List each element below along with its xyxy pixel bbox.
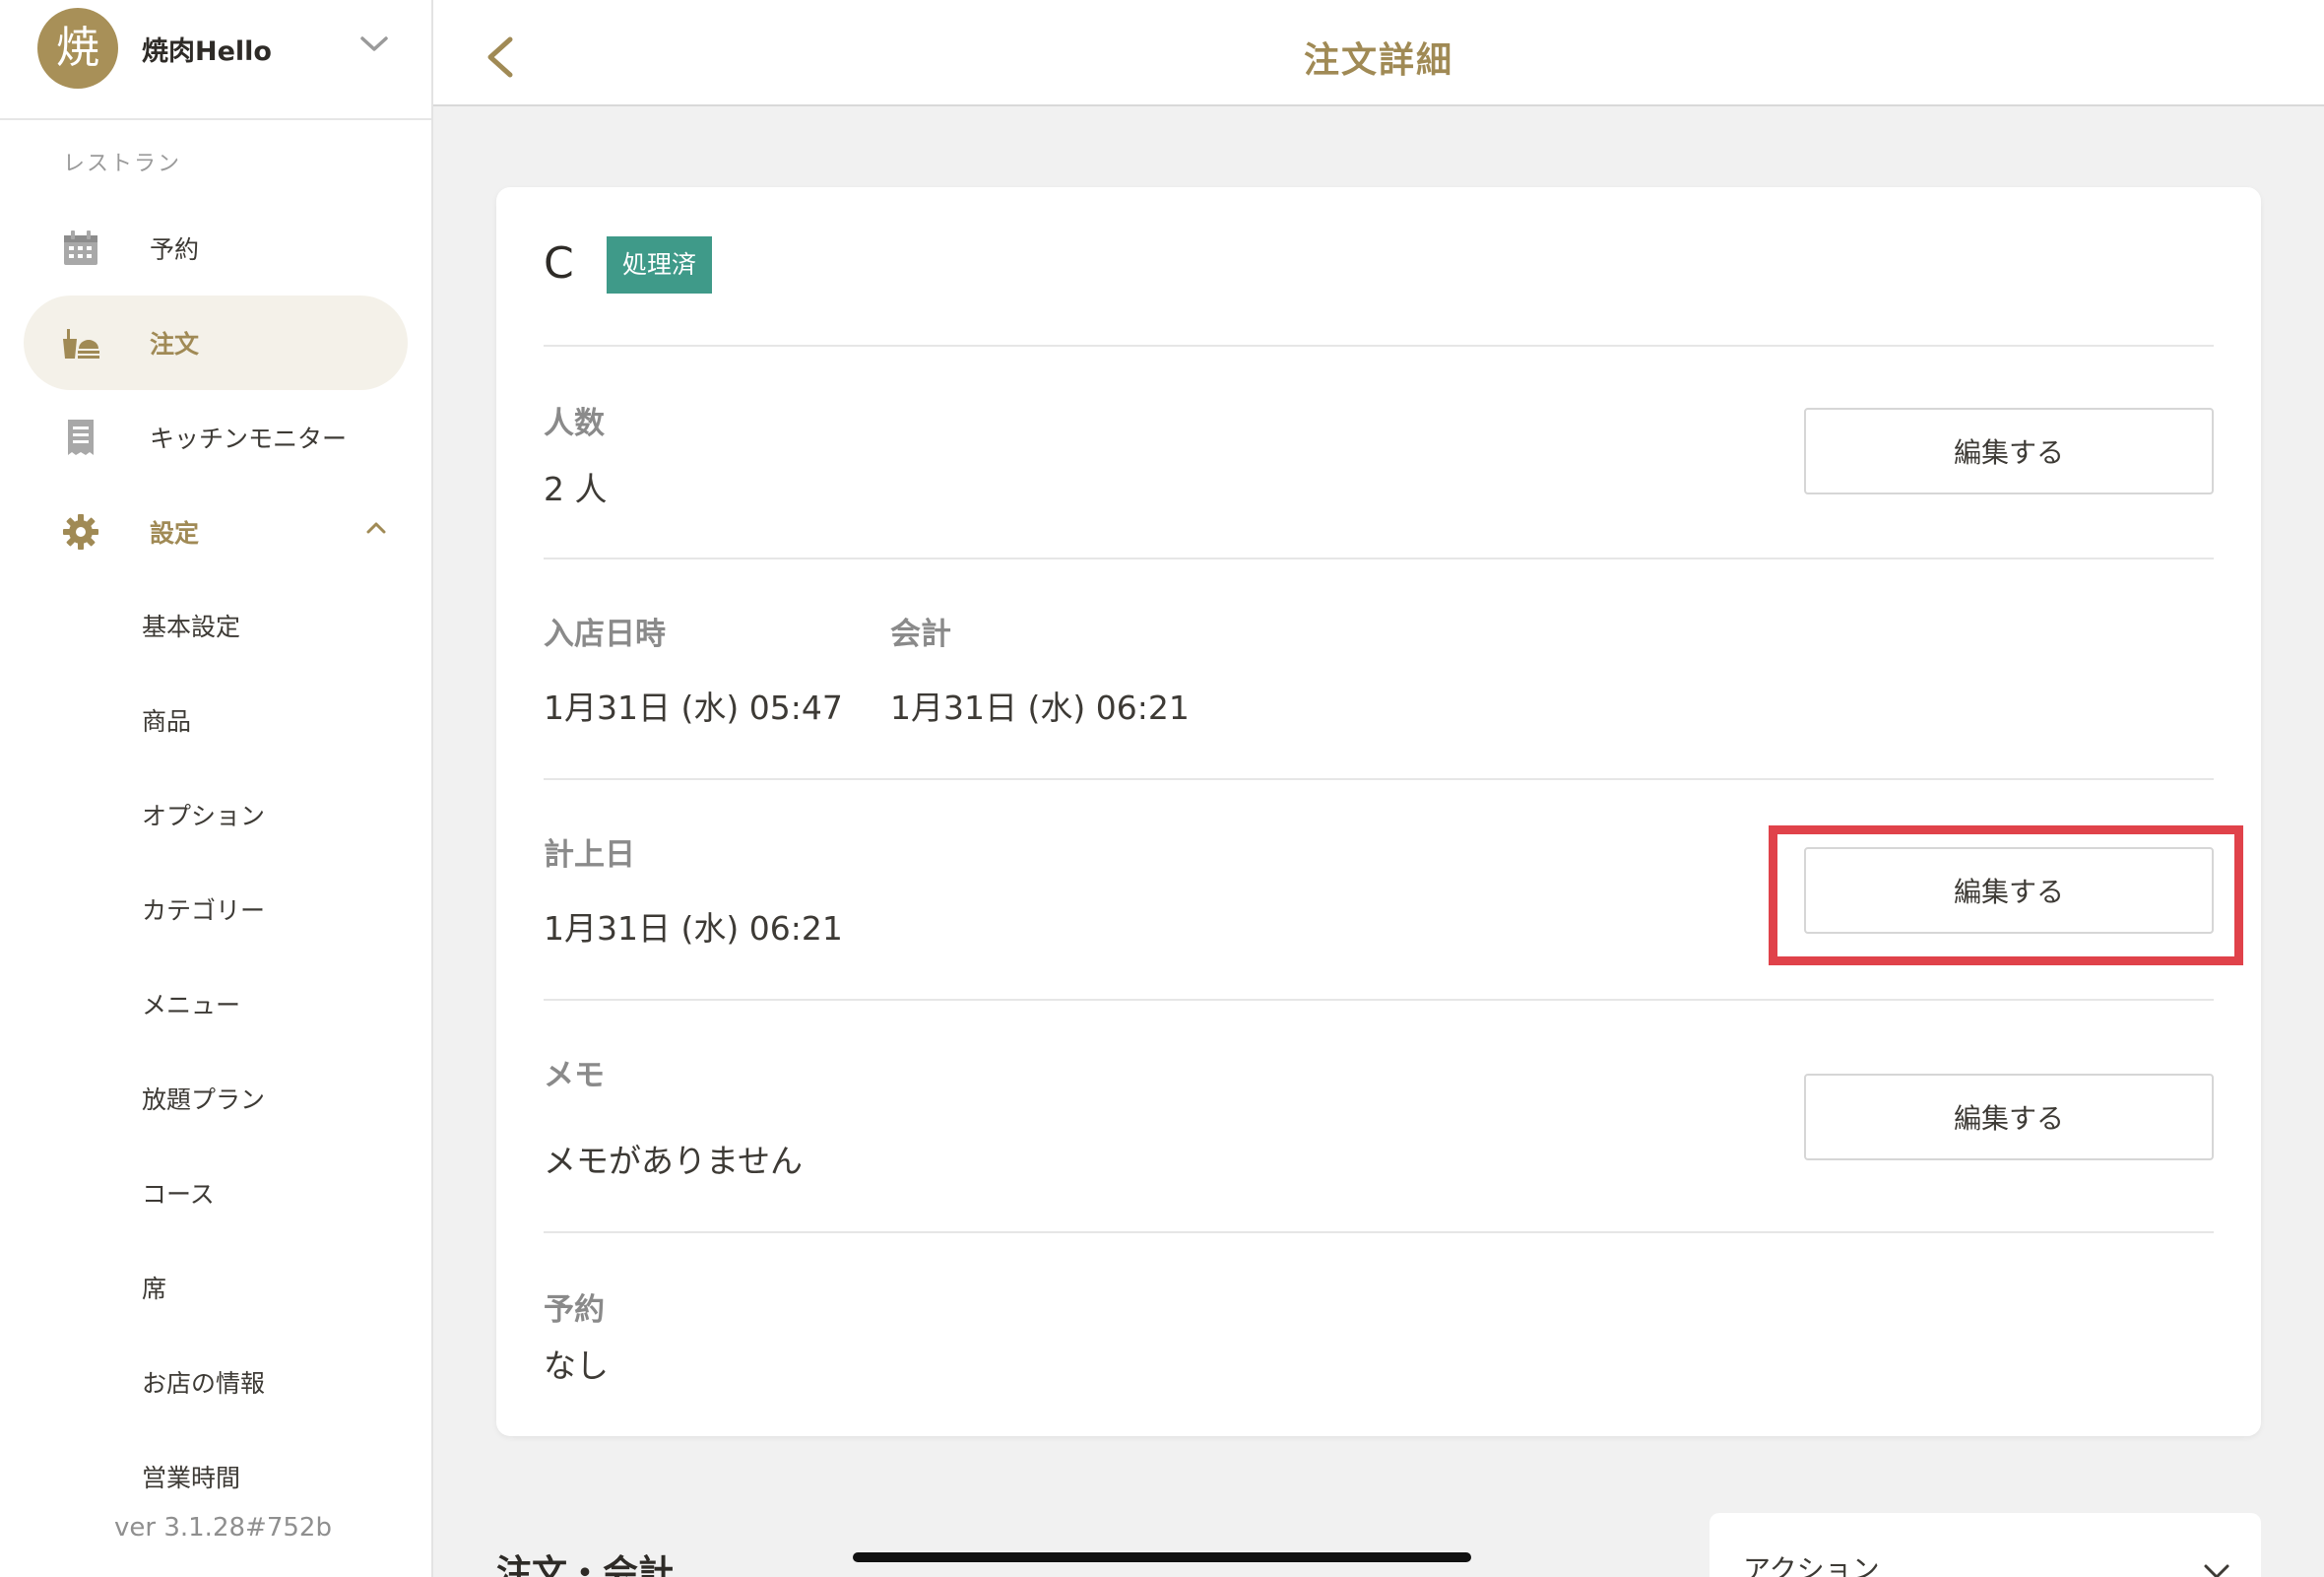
app-root: 焼 焼肉Hello レストラン 予約 注文 キッチンモニター 設定 基本設定 商… <box>0 0 2324 1577</box>
entry-time-value: 1月31日 (水) 05:47 <box>544 689 843 727</box>
action-dropdown[interactable]: アクション <box>1710 1513 2261 1577</box>
gear-icon <box>63 514 98 550</box>
sidebar: 焼 焼肉Hello レストラン 予約 注文 キッチンモニター 設定 基本設定 商… <box>0 0 433 1577</box>
calendar-icon <box>64 230 97 265</box>
settings-item-seats[interactable]: 席 <box>142 1270 398 1309</box>
memo-label: メモ <box>544 1058 605 1093</box>
guests-label: 人数 <box>544 406 605 441</box>
booking-date-label: 計上日 <box>544 837 635 873</box>
sidebar-item-label: 設定 <box>150 519 200 548</box>
app-version: ver 3.1.28#752b <box>114 1513 332 1543</box>
settings-item-categories[interactable]: カテゴリー <box>142 891 398 931</box>
memo-value: メモがありません <box>544 1142 804 1180</box>
sidebar-item-kitchen-monitor[interactable]: キッチンモニター <box>24 390 408 485</box>
sidebar-item-label: 注文 <box>150 330 200 359</box>
chevron-down-icon <box>2204 1564 2229 1577</box>
store-avatar: 焼 <box>37 8 118 89</box>
divider <box>544 558 2214 559</box>
reservation-label: 予約 <box>544 1292 605 1328</box>
booking-date-value: 1月31日 (水) 06:21 <box>544 909 843 948</box>
receipt-icon <box>68 420 94 455</box>
settings-item-products[interactable]: 商品 <box>142 702 398 742</box>
chevron-up-icon[interactable] <box>364 520 388 536</box>
highlight-box <box>1769 825 2243 965</box>
sidebar-item-settings[interactable]: 設定 <box>24 485 408 579</box>
chevron-down-icon[interactable] <box>358 33 390 55</box>
guests-value: 2 人 <box>544 470 608 508</box>
action-dropdown-label: アクション <box>1743 1553 1880 1577</box>
entry-time-label: 入店日時 <box>544 617 666 652</box>
store-name: 焼肉Hello <box>142 36 272 67</box>
edit-memo-button[interactable]: 編集する <box>1804 1074 2214 1160</box>
section-label-restaurant: レストラン <box>63 152 182 176</box>
settings-item-menu[interactable]: メニュー <box>142 986 398 1025</box>
settings-item-options[interactable]: オプション <box>142 797 398 836</box>
settings-item-store-info[interactable]: お店の情報 <box>142 1364 398 1404</box>
store-switcher[interactable]: 焼 焼肉Hello <box>0 0 431 120</box>
divider <box>544 345 2214 347</box>
sidebar-item-label: 予約 <box>150 235 200 264</box>
order-tray-icon <box>63 329 99 359</box>
home-indicator <box>853 1552 1471 1562</box>
page-title: 注文詳細 <box>1303 40 1453 81</box>
status-badge: 処理済 <box>607 236 713 294</box>
sidebar-item-orders[interactable]: 注文 <box>24 296 408 390</box>
divider <box>544 778 2214 780</box>
sidebar-item-label: キッチンモニター <box>150 425 348 453</box>
settings-item-all-you-can-plans[interactable]: 放題プラン <box>142 1081 398 1120</box>
checkout-time-label: 会計 <box>890 617 951 652</box>
reservation-value: なし <box>544 1347 609 1385</box>
sidebar-item-reservations[interactable]: 予約 <box>24 201 408 296</box>
settings-item-basic[interactable]: 基本設定 <box>142 608 398 647</box>
order-name: C <box>544 238 574 289</box>
edit-guests-button[interactable]: 編集する <box>1804 408 2214 494</box>
checkout-time-value: 1月31日 (水) 06:21 <box>890 689 1190 727</box>
divider <box>544 999 2214 1001</box>
orders-checkout-heading: 注文・会計 <box>496 1553 675 1577</box>
settings-item-courses[interactable]: コース <box>142 1175 398 1215</box>
divider <box>544 1231 2214 1233</box>
settings-item-business-hours[interactable]: 営業時間 <box>142 1459 398 1498</box>
order-detail-card: C 処理済 人数 2 人 編集する 入店日時 1月31日 (水) 05:47 会… <box>496 187 2261 1436</box>
top-bar: 注文詳細 <box>433 0 2324 106</box>
